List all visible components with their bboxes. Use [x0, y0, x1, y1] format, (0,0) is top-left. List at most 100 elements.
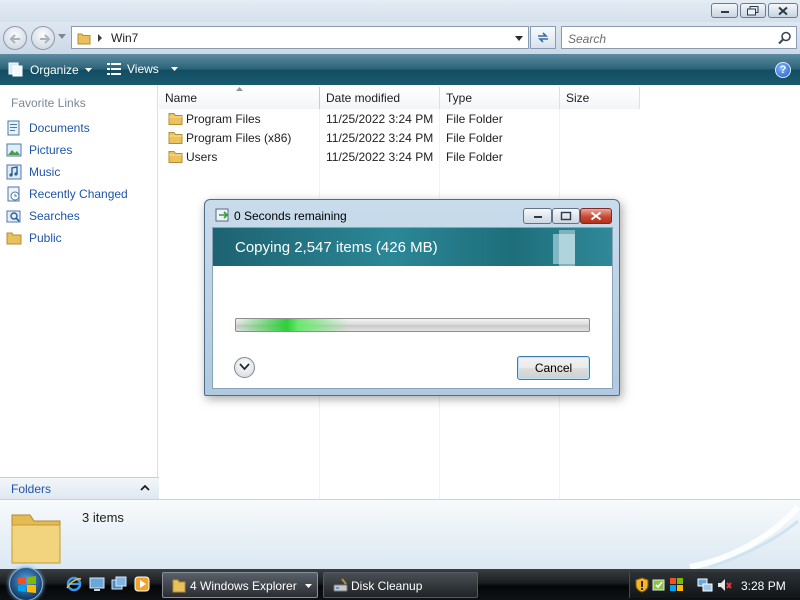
internet-explorer-icon[interactable] — [66, 576, 82, 592]
column-header-label: Size — [566, 91, 590, 105]
windows-logo-icon — [18, 576, 36, 593]
favorite-link-recently-changed[interactable]: Recently Changed — [6, 185, 128, 203]
file-row[interactable]: Program Files (x86) 11/25/2022 3:24 PM F… — [159, 129, 640, 147]
column-header-type[interactable]: Type — [440, 87, 560, 109]
address-bar: Win7 Search — [0, 22, 800, 54]
favorite-link-public[interactable]: Public — [6, 229, 62, 247]
copy-progress-bar — [235, 318, 590, 332]
disk-cleanup-icon — [333, 578, 348, 592]
taskbar-clock[interactable]: 3:28 PM — [741, 579, 786, 593]
breadcrumb-chevron-icon[interactable] — [97, 34, 103, 42]
favorite-link-label: Searches — [29, 209, 80, 223]
start-button[interactable] — [9, 567, 43, 600]
file-type: File Folder — [446, 112, 503, 126]
file-row[interactable]: Program Files 11/25/2022 3:24 PM File Fo… — [159, 110, 640, 128]
file-row[interactable]: Users 11/25/2022 3:24 PM File Folder — [159, 148, 640, 166]
forward-arrow-icon — [40, 34, 51, 44]
minimize-button[interactable] — [711, 3, 738, 18]
folder-icon — [168, 132, 183, 144]
dialog-close-button[interactable] — [580, 208, 612, 224]
refresh-icon — [538, 32, 548, 43]
command-bar: Organize Views ? — [0, 54, 800, 85]
taskbar-button-disk-cleanup[interactable]: Disk Cleanup — [323, 572, 478, 598]
address-path[interactable]: Win7 — [111, 31, 138, 45]
folder-icon — [168, 151, 183, 163]
folders-bar[interactable]: Folders — [0, 477, 159, 499]
taskbar-button-label: Disk Cleanup — [351, 579, 423, 593]
notification-area: 3:28 PM — [629, 572, 800, 598]
maximize-icon — [560, 211, 572, 221]
more-information-button[interactable] — [234, 357, 255, 378]
search-input[interactable]: Search — [561, 26, 797, 49]
recent-icon — [7, 186, 20, 202]
favorite-link-label: Pictures — [29, 143, 73, 157]
back-arrow-icon — [9, 34, 20, 44]
favorite-link-pictures[interactable]: Pictures — [6, 141, 72, 159]
organize-label: Organize — [30, 62, 79, 77]
restore-icon — [747, 5, 759, 15]
column-header-size[interactable]: Size — [560, 87, 640, 109]
tray-status-icon[interactable] — [651, 577, 667, 593]
favorite-link-label: Documents — [29, 121, 90, 135]
taskbar-button-windows-explorer[interactable]: 4 Windows Explorer — [162, 572, 318, 598]
dialog-title: 0 Seconds remaining — [234, 209, 347, 223]
show-desktop-icon[interactable] — [89, 576, 105, 592]
searches-icon — [6, 210, 21, 223]
copy-progress-fill — [236, 319, 349, 331]
item-count: 3 items — [82, 510, 124, 525]
taskbar: 4 Windows Explorer Disk Cleanup 3:28 PM — [0, 567, 800, 600]
favorite-link-searches[interactable]: Searches — [6, 207, 80, 225]
column-header-name[interactable]: Name — [159, 87, 320, 109]
window-titlebar — [0, 0, 800, 22]
documents-icon — [7, 120, 20, 136]
help-button[interactable]: ? — [775, 62, 791, 78]
chevron-up-icon[interactable] — [140, 484, 150, 491]
taskbar-button-label: 4 Windows Explorer — [190, 579, 297, 593]
music-icon — [6, 164, 22, 180]
close-button[interactable] — [768, 3, 798, 18]
column-header-label: Name — [165, 91, 198, 105]
column-headers: Name Date modified Type Size — [159, 87, 800, 109]
column-header-label: Date modified — [326, 91, 401, 105]
media-player-icon[interactable] — [134, 576, 150, 592]
refresh-button[interactable] — [530, 26, 556, 49]
pictures-icon — [6, 143, 22, 157]
details-pane: 3 items — [0, 499, 800, 569]
dialog-maximize-button[interactable] — [552, 208, 580, 224]
file-type: File Folder — [446, 131, 503, 145]
volume-muted-icon[interactable] — [716, 577, 732, 593]
file-date: 11/25/2022 3:24 PM — [326, 112, 434, 126]
close-icon — [590, 211, 602, 221]
views-label: Views — [127, 62, 159, 76]
forward-button[interactable] — [31, 26, 55, 50]
favorite-links-heading: Favorite Links — [11, 96, 86, 110]
organize-button[interactable]: Organize — [8, 62, 92, 77]
security-alert-icon[interactable] — [634, 577, 650, 593]
file-copy-icon — [215, 208, 229, 222]
cancel-button[interactable]: Cancel — [517, 356, 590, 380]
chevron-down-icon — [305, 584, 312, 588]
sort-ascending-icon — [236, 87, 243, 91]
favorite-link-documents[interactable]: Documents — [6, 119, 90, 137]
back-button[interactable] — [3, 26, 27, 50]
organize-icon — [8, 62, 23, 77]
views-button[interactable]: Views — [107, 62, 178, 76]
network-icon[interactable] — [697, 577, 713, 593]
address-field[interactable]: Win7 — [71, 26, 529, 49]
address-dropdown-icon[interactable] — [515, 36, 523, 41]
favorite-link-music[interactable]: Music — [6, 163, 60, 181]
copy-status-heading: Copying 2,547 items (426 MB) — [235, 239, 438, 256]
folder-icon — [6, 232, 22, 245]
file-name: Program Files — [186, 112, 261, 126]
restore-button[interactable] — [740, 3, 766, 18]
column-header-date-modified[interactable]: Date modified — [320, 87, 440, 109]
column-header-label: Type — [446, 91, 473, 105]
search-icon[interactable] — [778, 31, 792, 45]
decorative-swoosh — [689, 505, 800, 569]
dialog-minimize-button[interactable] — [523, 208, 552, 224]
recent-pages-chevron-icon[interactable] — [58, 34, 66, 39]
dialog-header: Copying 2,547 items (426 MB) — [213, 228, 612, 266]
views-icon — [107, 63, 121, 75]
switch-windows-icon[interactable] — [111, 576, 127, 592]
windows-update-icon[interactable] — [669, 577, 685, 593]
